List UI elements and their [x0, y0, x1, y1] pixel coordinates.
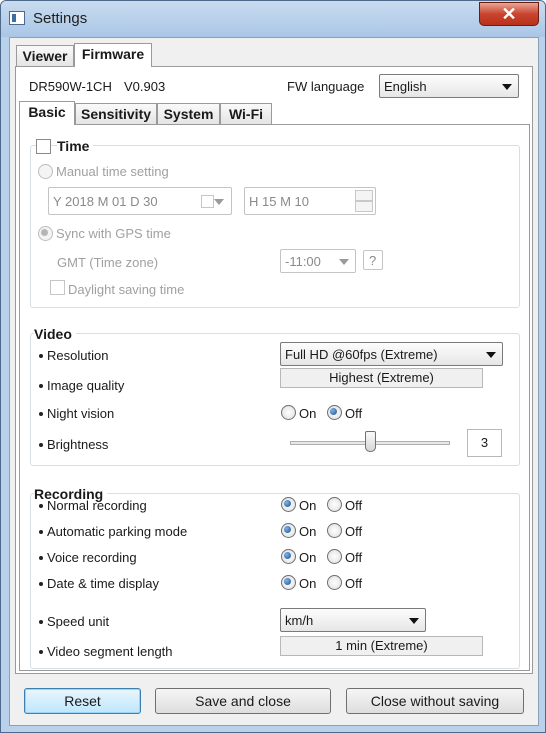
image-quality-label: Image quality: [47, 378, 125, 393]
recording-option-label: Voice recording: [47, 550, 137, 565]
night-vision-on-label: On: [299, 406, 317, 421]
recording-on-label: On: [299, 524, 317, 539]
recording-option-label: Automatic parking mode: [47, 524, 188, 539]
recording-off-label: Off: [345, 498, 363, 513]
time-checkbox[interactable]: [36, 139, 51, 154]
gmt-label: GMT (Time zone): [57, 255, 159, 270]
bullet-icon: [39, 556, 43, 560]
recording-on-label: On: [299, 498, 317, 513]
speed-unit-value: km/h: [285, 613, 314, 628]
gps-time-label: Sync with GPS time: [56, 226, 171, 241]
recording-on-radio[interactable]: [281, 549, 296, 564]
night-vision-off-label: Off: [345, 406, 363, 421]
spin-down-icon[interactable]: [355, 201, 373, 212]
daylight-saving-label: Daylight saving time: [68, 282, 185, 297]
daylight-saving-checkbox[interactable]: [50, 280, 65, 295]
tab-system[interactable]: System: [157, 103, 220, 125]
recording-on-radio[interactable]: [281, 497, 296, 512]
resolution-value: Full HD @60fps (Extreme): [285, 347, 438, 362]
fw-language-select[interactable]: English: [379, 74, 519, 98]
brightness-slider-thumb[interactable]: [365, 431, 376, 452]
firmware-panel: DR590W-1CH V0.903 FW language English Ba…: [15, 66, 533, 674]
bullet-icon: [39, 530, 43, 534]
bullet-icon: [39, 582, 43, 586]
tab-basic[interactable]: Basic: [19, 101, 75, 125]
recording-option-label: Normal recording: [47, 498, 147, 513]
night-vision-label: Night vision: [47, 406, 115, 421]
bullet-icon: [39, 384, 43, 388]
bullet-icon: [39, 412, 43, 416]
gmt-select[interactable]: -11:00: [280, 249, 356, 273]
brightness-value: 3: [467, 429, 502, 457]
recording-on-label: On: [299, 550, 317, 565]
night-vision-on-radio[interactable]: [281, 405, 296, 420]
chevron-down-icon: [486, 352, 496, 358]
calendar-dropdown-icon: [214, 199, 224, 205]
settings-window: Settings ✕ Viewer Firmware DR590W-1CH V0…: [0, 0, 546, 733]
close-window-button[interactable]: ✕: [479, 2, 539, 26]
recording-off-radio[interactable]: [327, 575, 342, 590]
firmware-version: V0.903: [124, 79, 166, 94]
recording-off-radio[interactable]: [327, 497, 342, 512]
fw-language-value: English: [384, 79, 427, 94]
basic-panel: Time Manual time setting Y 2018 M 01 D 3…: [19, 124, 530, 671]
calendar-checkbox[interactable]: [201, 195, 214, 208]
chevron-down-icon: [502, 84, 512, 90]
save-and-close-button[interactable]: Save and close: [155, 688, 331, 714]
recording-off-radio[interactable]: [327, 523, 342, 538]
time-title: Time: [57, 138, 94, 154]
segment-length-label: Video segment length: [47, 644, 173, 659]
speed-unit-select[interactable]: km/h: [280, 608, 426, 632]
video-title: Video: [34, 326, 76, 342]
gps-time-radio[interactable]: [38, 226, 53, 241]
manual-time-radio[interactable]: [38, 164, 53, 179]
time-value: H 15 M 10: [249, 194, 309, 209]
tab-firmware[interactable]: Firmware: [74, 43, 152, 67]
close-without-saving-button[interactable]: Close without saving: [346, 688, 524, 714]
recording-off-radio[interactable]: [327, 549, 342, 564]
model-name: DR590W-1CH: [29, 79, 112, 94]
recording-on-radio[interactable]: [281, 575, 296, 590]
date-picker[interactable]: Y 2018 M 01 D 30: [48, 187, 232, 215]
resolution-select[interactable]: Full HD @60fps (Extreme): [280, 342, 503, 366]
chevron-down-icon: [339, 259, 349, 265]
app-icon: [9, 11, 25, 25]
fw-language-label: FW language: [287, 79, 365, 94]
bullet-icon: [39, 504, 43, 508]
speed-unit-label: Speed unit: [47, 614, 110, 629]
recording-off-label: Off: [345, 576, 363, 591]
tab-wifi[interactable]: Wi-Fi: [220, 103, 272, 125]
window-title: Settings: [33, 10, 88, 27]
bullet-icon: [39, 354, 43, 358]
reset-button[interactable]: Reset: [24, 688, 141, 714]
client-area: Viewer Firmware DR590W-1CH V0.903 FW lan…: [9, 37, 539, 726]
bullet-icon: [39, 650, 43, 654]
gmt-help-button[interactable]: ?: [363, 250, 383, 270]
date-value: Y 2018 M 01 D 30: [53, 194, 158, 209]
brightness-label: Brightness: [47, 437, 109, 452]
recording-on-label: On: [299, 576, 317, 591]
manual-time-label: Manual time setting: [56, 164, 169, 179]
chevron-down-icon: [409, 618, 419, 624]
tab-sensitivity[interactable]: Sensitivity: [75, 103, 157, 125]
bullet-icon: [39, 620, 43, 624]
resolution-label: Resolution: [47, 348, 109, 363]
title-bar[interactable]: Settings ✕: [1, 1, 545, 37]
spin-up-icon[interactable]: [355, 190, 373, 201]
recording-off-label: Off: [345, 550, 363, 565]
image-quality-value: Highest (Extreme): [280, 368, 483, 388]
gmt-value: -11:00: [285, 254, 321, 269]
time-spinner[interactable]: H 15 M 10: [244, 187, 376, 215]
segment-length-value: 1 min (Extreme): [280, 636, 483, 656]
night-vision-off-radio[interactable]: [327, 405, 342, 420]
recording-off-label: Off: [345, 524, 363, 539]
help-icon: ?: [369, 253, 377, 268]
close-icon: ✕: [501, 4, 517, 24]
recording-option-label: Date & time display: [47, 576, 159, 591]
recording-on-radio[interactable]: [281, 523, 296, 538]
bullet-icon: [39, 443, 43, 447]
tab-viewer[interactable]: Viewer: [16, 45, 74, 67]
